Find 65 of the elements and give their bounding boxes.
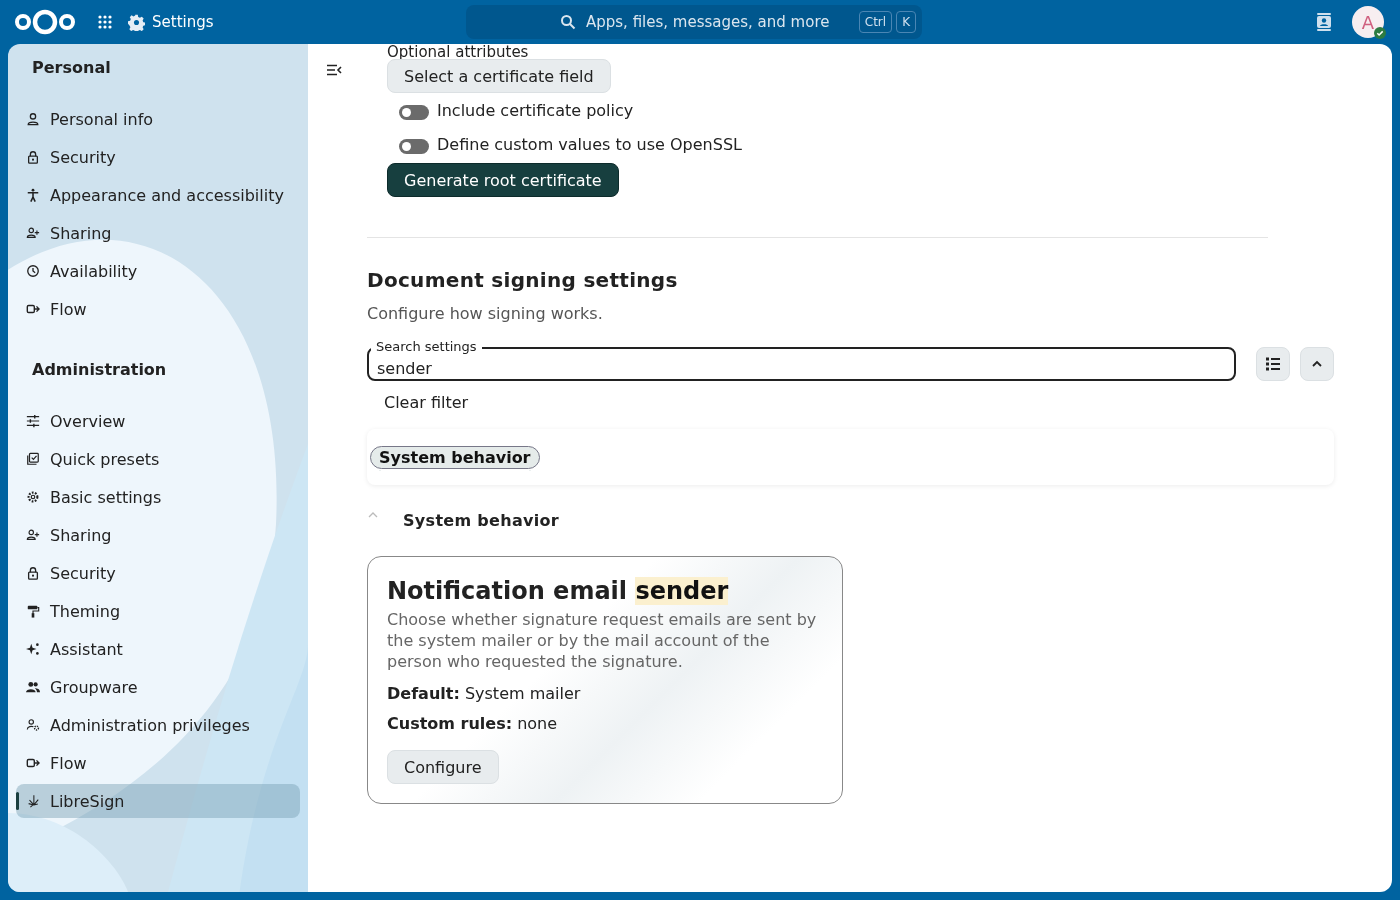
configure-button[interactable]: Configure	[387, 750, 499, 784]
person-plus-icon	[26, 226, 40, 240]
clock-icon	[26, 264, 40, 278]
sidebar-item[interactable]: Flow	[16, 746, 300, 780]
sidebar-item[interactable]: Overview	[16, 404, 300, 438]
toggle-label: Define custom values to use OpenSSL	[437, 134, 742, 154]
setting-value: Custom rules: none	[387, 716, 559, 732]
sidebar-item[interactable]: Personal info	[16, 102, 300, 136]
toggle-switch[interactable]	[399, 139, 429, 154]
field-label: Search settings	[371, 339, 482, 354]
section-description: Configure how signing works.	[367, 304, 603, 323]
sidebar-item[interactable]: Sharing	[16, 518, 300, 552]
sidebar-item[interactable]: Security	[16, 556, 300, 590]
toggle-switch[interactable]	[399, 105, 429, 120]
sidebar-item[interactable]: Security	[16, 140, 300, 174]
stack-icon	[26, 452, 40, 466]
person-plus-icon	[26, 528, 40, 542]
search-icon	[560, 14, 576, 30]
sidebar-item[interactable]: Flow	[16, 292, 300, 326]
section-heading: Administration	[31, 360, 168, 380]
section-heading: Personal	[31, 58, 112, 78]
settings-icon	[26, 490, 40, 504]
list-view-button[interactable]	[1256, 347, 1290, 381]
person-gear-icon	[26, 718, 40, 732]
sidebar-item[interactable]: LibreSign	[16, 784, 300, 818]
group-icon	[26, 680, 40, 694]
flow-icon	[26, 756, 40, 770]
app-title: Settings	[152, 13, 214, 31]
apps-grid-icon[interactable]	[98, 15, 112, 29]
sidebar-item[interactable]: Groupware	[16, 670, 300, 704]
sidebar-item[interactable]: Sharing	[16, 216, 300, 250]
logo-icon[interactable]	[14, 7, 76, 37]
lock-icon	[26, 150, 40, 164]
sidebar-item[interactable]: Appearance and accessibility	[16, 178, 300, 212]
toggle-label: Include certificate policy	[437, 100, 634, 120]
person-icon	[26, 112, 40, 126]
setting-value: Default: System mailer	[387, 686, 582, 702]
list-icon	[1265, 356, 1281, 372]
paint-roller-icon	[26, 604, 40, 618]
sidebar-item[interactable]: Assistant	[16, 632, 300, 666]
card-description: Choose whether signature request emails are sent by the system mailer or by the mail account of the person who requested the signature.	[387, 609, 818, 672]
sidebar-item[interactable]: Administration privileges	[16, 708, 300, 742]
section-title: Document signing settings	[367, 268, 678, 292]
settings-icon	[128, 13, 145, 31]
collapse-button[interactable]	[1300, 347, 1334, 381]
group-title: System behavior	[403, 511, 559, 530]
card-title: Notification email sender	[387, 577, 730, 605]
contacts-icon[interactable]	[1314, 12, 1334, 32]
sparkle-icon	[26, 642, 40, 656]
generate-button[interactable]: Generate root certificate	[387, 163, 619, 197]
field-label: Optional attributes	[387, 44, 529, 61]
sidebar-item[interactable]: Theming	[16, 594, 300, 628]
filter-chip[interactable]: System behavior	[370, 445, 540, 469]
sidebar-item[interactable]: Basic settings	[16, 480, 300, 514]
menu-icon[interactable]	[326, 64, 342, 76]
select-field-button[interactable]: Select a certificate field	[387, 59, 611, 93]
figure-icon	[26, 188, 40, 202]
shortcut-key: Ctrl	[858, 11, 893, 33]
clear-filter-button[interactable]: Clear filter	[367, 385, 486, 419]
sidebar-item[interactable]: Availability	[16, 254, 300, 288]
flow-icon	[26, 302, 40, 316]
lock-icon	[26, 566, 40, 580]
shortcut-key: K	[896, 11, 916, 33]
sidebar-item[interactable]: Quick presets	[16, 442, 300, 476]
sliders-icon	[26, 414, 40, 428]
